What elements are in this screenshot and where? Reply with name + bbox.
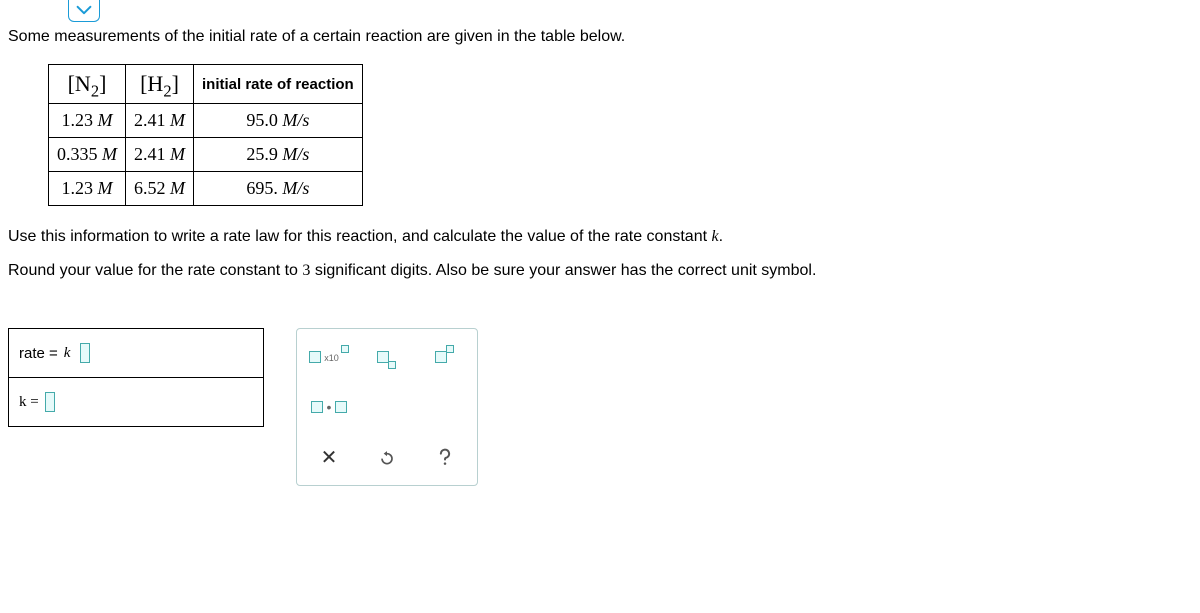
col-header-h2: [H2] <box>126 65 194 104</box>
answer-panel: rate = k k = <box>8 328 264 427</box>
palette-multiply-dot[interactable]: • <box>303 385 355 429</box>
k-symbol: k <box>64 345 71 362</box>
palette-help-button[interactable] <box>419 435 471 479</box>
measurements-table: [N2] [H2] initial rate of reaction 1.23 … <box>48 64 363 206</box>
x-icon: ✕ <box>321 445 338 470</box>
expand-chevron-button[interactable] <box>68 0 100 22</box>
table-row: 0.335 M 2.41 M 25.9 M/s <box>49 138 363 172</box>
rate-input-row[interactable]: rate = k <box>9 329 263 378</box>
intro-text: Some measurements of the initial rate of… <box>8 28 1192 46</box>
rate-input-field[interactable] <box>80 343 90 363</box>
palette-clear-button[interactable]: ✕ <box>303 435 355 479</box>
palette-superscript[interactable] <box>419 335 471 379</box>
k-input-row[interactable]: k = <box>9 378 263 426</box>
instruction-round: Round your value for the rate constant t… <box>8 262 1192 280</box>
table-row: 1.23 M 6.52 M 695. M/s <box>49 172 363 206</box>
palette-undo-button[interactable] <box>361 435 413 479</box>
palette-subscript[interactable] <box>361 335 413 379</box>
col-header-n2: [N2] <box>49 65 126 104</box>
col-header-rate: initial rate of reaction <box>194 65 363 104</box>
input-palette: x10 • ✕ <box>296 328 478 486</box>
instruction-rate-law: Use this information to write a rate law… <box>8 228 1192 246</box>
k-input-field[interactable] <box>45 392 55 412</box>
undo-icon <box>377 447 397 467</box>
help-icon <box>435 447 455 467</box>
palette-scientific-notation[interactable]: x10 <box>303 335 355 379</box>
k-label: k = <box>19 394 39 411</box>
table-row: 1.23 M 2.41 M 95.0 M/s <box>49 104 363 138</box>
chevron-down-icon <box>76 4 92 16</box>
rate-label: rate = <box>19 345 58 362</box>
